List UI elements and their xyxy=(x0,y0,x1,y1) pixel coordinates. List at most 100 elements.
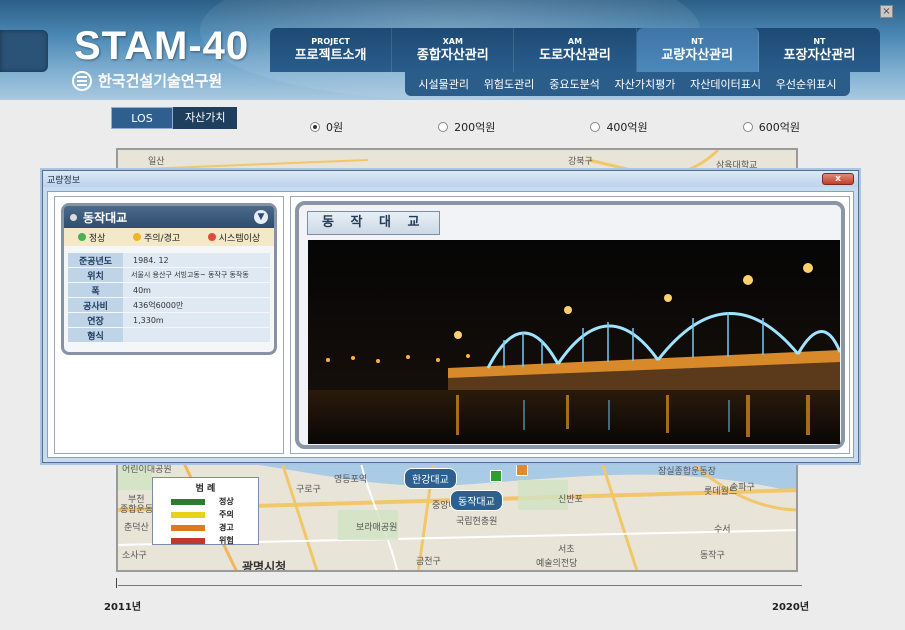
map-label: 서초 xyxy=(558,545,575,555)
nav-label: 도로자산관리 xyxy=(539,48,611,63)
field-key: 준공년도 xyxy=(68,253,123,267)
timeline-handle[interactable] xyxy=(116,578,120,588)
bridge-tag-dongjak[interactable]: 동작대교 xyxy=(450,490,503,511)
map-label: 춘덕산 xyxy=(124,523,149,533)
field-value: 1,330m xyxy=(123,313,270,327)
bridge-photo-card: 동 작 대 교 xyxy=(295,201,845,449)
window-close-button[interactable]: × xyxy=(880,5,893,18)
map-label: 금천구 xyxy=(416,557,441,567)
map-label: 동작구 xyxy=(700,551,725,561)
bridge-tag-hangang[interactable]: 한강대교 xyxy=(404,468,457,489)
status-label: 정상 xyxy=(88,233,106,244)
legend-row: 주의 xyxy=(171,509,258,520)
table-row: 형식 xyxy=(68,328,270,342)
subnav-risk[interactable]: 위험도관리 xyxy=(484,76,535,92)
map-label: 어린이대공원 xyxy=(122,465,172,475)
map-label: 국립현충원 xyxy=(456,517,498,527)
legend-row: 정상 xyxy=(171,496,258,507)
field-value: 436억6000만 xyxy=(123,298,270,312)
radio-0[interactable]: 0원 xyxy=(310,119,343,135)
radio-600[interactable]: 600억원 xyxy=(742,119,800,135)
nav-label: 교량자산관리 xyxy=(661,48,734,63)
budget-radio-group: 0원 200억원 400억원 600억원 xyxy=(310,119,800,135)
subnav-importance[interactable]: 중요도분석 xyxy=(549,76,600,92)
field-key: 형식 xyxy=(68,328,123,342)
legend-swatch-danger xyxy=(171,537,205,544)
bridge-marker-normal[interactable] xyxy=(490,470,502,482)
map-label: 신반포 xyxy=(558,495,583,505)
map-label: 보라매공원 xyxy=(356,523,398,533)
table-row: 폭 40m xyxy=(68,283,270,297)
radio-200[interactable]: 200억원 xyxy=(438,119,495,135)
map-label: 예술의전당 xyxy=(536,559,578,569)
status-item: 정상 xyxy=(77,231,106,244)
status-dot-error-icon xyxy=(207,233,216,241)
radio-label: 400억원 xyxy=(606,121,648,134)
table-row: 공사비 436억6000만 xyxy=(68,298,270,312)
app-logo: STAM-40 xyxy=(74,24,250,68)
legend-swatch-warning xyxy=(171,524,205,531)
popup-close-button[interactable]: x xyxy=(822,173,854,185)
org-logo-icon xyxy=(72,70,92,91)
nav-xam[interactable]: XAM 종합자산관리 xyxy=(392,28,515,72)
map-label: 일산 xyxy=(148,157,165,167)
legend-swatch-normal xyxy=(171,498,205,505)
field-key: 연장 xyxy=(68,313,123,327)
nav-am[interactable]: AM 도로자산관리 xyxy=(514,28,637,72)
bridge-marker-warning[interactable] xyxy=(516,464,528,476)
popup-titlebar[interactable]: 교량정보 x xyxy=(43,171,858,187)
bridge-night-illustration xyxy=(308,240,840,444)
subnav-asset-value[interactable]: 자산가치평가 xyxy=(615,76,676,92)
popup-body: 동작대교 ▼ 정상 주의/경고 시스템이상 준공년도 1984. 12 위치 서울시… xyxy=(47,191,854,458)
main-nav: PROJECT 프로젝트소개 XAM 종합자산관리 AM 도로자산관리 NT 교… xyxy=(270,28,880,72)
nav-label: 프로젝트소개 xyxy=(294,48,367,63)
legend-label: 위험 xyxy=(219,536,234,545)
chevron-down-icon[interactable]: ▼ xyxy=(254,210,268,224)
radio-400[interactable]: 400억원 xyxy=(590,119,648,135)
subnav-asset-data[interactable]: 자산데이터표시 xyxy=(690,76,761,92)
subnav-facility[interactable]: 시설물관리 xyxy=(418,76,469,92)
timeline-start-label: 2011년 xyxy=(104,602,142,613)
nav-sup: XAM xyxy=(442,37,463,46)
sub-nav: 시설물관리 위험도관리 중요도분석 자산가치평가 자산데이터표시 우선순위표시 xyxy=(405,72,850,96)
nav-project[interactable]: PROJECT 프로젝트소개 xyxy=(270,28,393,72)
field-value: 40m xyxy=(123,283,270,297)
map-label: 소사구 xyxy=(122,551,147,561)
map-label: 영등포역 xyxy=(334,475,368,485)
bridge-photo xyxy=(308,240,840,444)
legend-label: 경고 xyxy=(219,523,234,532)
nav-sup: PROJECT xyxy=(311,37,350,46)
nav-label: 종합자산관리 xyxy=(416,48,489,63)
nav-sup: AM xyxy=(567,37,583,46)
nav-pavement[interactable]: NT 포장자산관리 xyxy=(759,28,880,72)
map-label: 강북구 xyxy=(568,157,593,167)
bridge-info-window: 교량정보 x 동작대교 ▼ 정상 주의/경고 시스템이상 준공년도 1984. 1… xyxy=(42,170,859,463)
field-value: 1984. 12 xyxy=(123,253,270,267)
los-button[interactable]: LOS xyxy=(111,107,173,129)
bridge-selector[interactable]: 동작대교 ▼ xyxy=(64,206,274,228)
status-item: 주의/경고 xyxy=(133,231,180,244)
nav-sup: NT xyxy=(691,37,704,46)
nav-sup: NT xyxy=(813,37,826,46)
radio-dot[interactable] xyxy=(310,122,320,132)
bridge-info-card: 동작대교 ▼ 정상 주의/경고 시스템이상 준공년도 1984. 12 위치 서울시… xyxy=(61,203,277,355)
status-label: 시스템이상 xyxy=(218,233,261,244)
bridge-info-table: 준공년도 1984. 12 위치 서울시 용산구 서빙고동~ 동작구 동작동 폭 40… xyxy=(68,252,270,343)
header-left-tab xyxy=(0,30,48,72)
asset-value-button[interactable]: 자산가치 xyxy=(173,107,238,129)
legend-title: 범 례 xyxy=(195,484,216,494)
nav-bridge[interactable]: NT 교량자산관리 xyxy=(636,28,759,72)
radio-label: 600억원 xyxy=(758,121,800,134)
timeline-end-label: 2020년 xyxy=(772,602,810,613)
field-value xyxy=(123,328,270,342)
radio-dot[interactable] xyxy=(742,122,753,132)
field-key: 공사비 xyxy=(68,298,123,312)
radio-dot[interactable] xyxy=(590,122,601,132)
radio-dot[interactable] xyxy=(438,122,449,132)
info-panel: 동작대교 ▼ 정상 주의/경고 시스템이상 준공년도 1984. 12 위치 서울시… xyxy=(54,196,284,454)
timeline-track[interactable] xyxy=(118,585,802,586)
subnav-priority[interactable]: 우선순위표시 xyxy=(776,76,837,92)
status-item: 시스템이상 xyxy=(207,231,261,244)
map-label: 광명시청 xyxy=(242,560,287,572)
map-legend: 범 례 정상 주의 경고 위험 xyxy=(152,477,259,545)
